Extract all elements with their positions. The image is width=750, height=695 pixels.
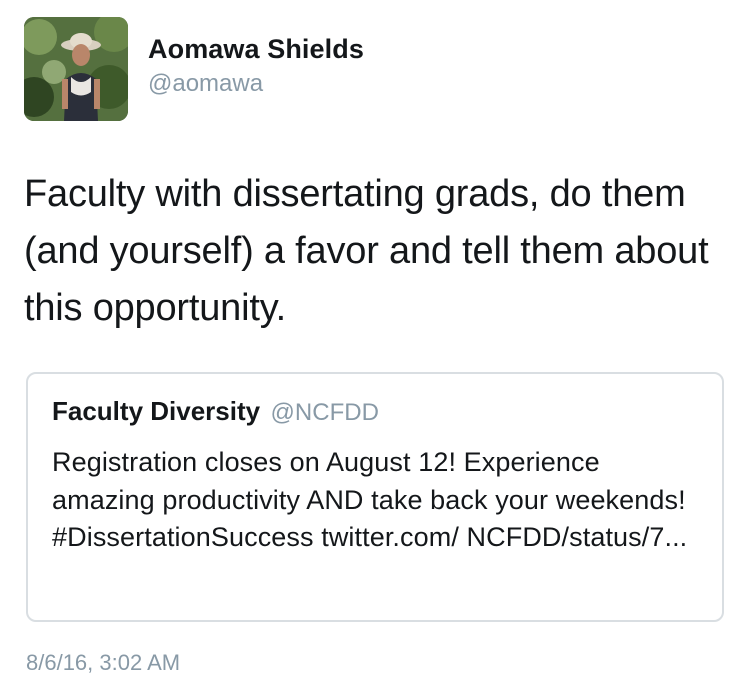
quoted-tweet-text: Registration closes on August 12! Experi… bbox=[52, 447, 688, 552]
author-names: Aomawa Shields @aomawa bbox=[148, 32, 364, 100]
tweet-text: Faculty with dissertating grads, do them… bbox=[24, 173, 709, 329]
quoted-author-handle: @NCFDD bbox=[270, 399, 379, 426]
author-handle[interactable]: @aomawa bbox=[148, 68, 364, 100]
tweet: Aomawa Shields @aomawa Faculty with diss… bbox=[0, 0, 750, 695]
quoted-author-name: Faculty Diversity bbox=[52, 396, 261, 426]
quoted-tweet-header: Faculty Diversity @NCFDD bbox=[52, 396, 379, 427]
quoted-tweet-card[interactable]: Faculty Diversity @NCFDD Registration cl… bbox=[26, 372, 724, 622]
author-display-name[interactable]: Aomawa Shields bbox=[148, 32, 364, 66]
tweet-header: Aomawa Shields @aomawa bbox=[24, 17, 364, 121]
tweet-timestamp[interactable]: 8/6/16, 3:02 AM bbox=[26, 650, 180, 676]
avatar-photo bbox=[24, 17, 128, 121]
avatar[interactable] bbox=[24, 17, 128, 121]
